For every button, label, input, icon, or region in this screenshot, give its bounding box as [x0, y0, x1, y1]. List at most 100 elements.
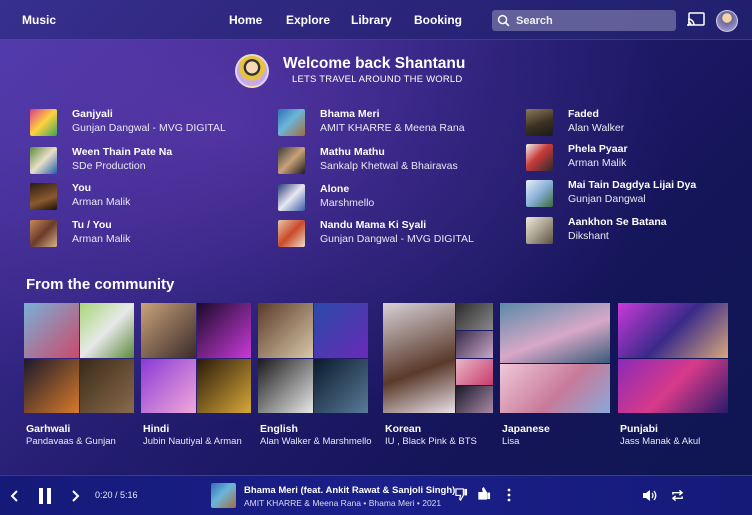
playlist-artwork	[383, 303, 493, 413]
playlist-name: Hindi	[143, 423, 170, 435]
song-title: Tu / You	[72, 219, 112, 231]
nav-home[interactable]: Home	[229, 13, 262, 27]
pause-icon[interactable]	[38, 487, 52, 505]
thumbs-down-icon[interactable]	[455, 488, 468, 501]
song-title: You	[72, 182, 92, 194]
thumbs-up-icon[interactable]	[478, 487, 491, 500]
playlist-artwork	[24, 303, 134, 413]
song-artist: Dikshant	[568, 230, 609, 242]
song-artist: Gunjan Dangwal	[568, 193, 646, 205]
song-item[interactable]: You Arman Malik	[30, 182, 250, 212]
song-item[interactable]: Phela Pyaar Arman Malik	[526, 143, 746, 173]
song-thumbnail	[278, 220, 305, 247]
playlist-artwork	[258, 303, 368, 413]
song-thumbnail	[278, 184, 305, 211]
song-artist: AMIT KHARRE & Meena Rana	[320, 122, 465, 134]
community-playlist-card[interactable]: Japanese Lisa	[500, 303, 610, 448]
song-item[interactable]: Nandu Mama Ki Syali Gunjan Dangwal - MVG…	[278, 219, 498, 249]
playback-time: 0:20 / 5:16	[95, 490, 138, 500]
song-title: Faded	[568, 108, 599, 120]
song-title: Alone	[320, 183, 350, 195]
song-title: Mathu Mathu	[320, 146, 385, 158]
nav-booking[interactable]: Booking	[414, 13, 462, 27]
song-title: Ween Thain Pate Na	[72, 146, 173, 158]
song-artist: Arman Malik	[568, 157, 627, 169]
playlist-artists: Lisa	[502, 436, 520, 447]
playlist-name: Punjabi	[620, 423, 658, 435]
song-thumbnail	[526, 180, 553, 207]
song-title: Aankhon Se Batana	[568, 216, 667, 228]
song-artist: Gunjan Dangwal - MVG DIGITAL	[320, 233, 474, 245]
app-brand[interactable]: Music	[22, 13, 56, 27]
song-item[interactable]: Tu / You Arman Malik	[30, 219, 250, 249]
now-playing-meta[interactable]: AMIT KHARRE & Meena Rana • Bhama Meri • …	[244, 498, 441, 508]
song-title: Bhama Meri	[320, 108, 380, 120]
playlist-name: Garhwali	[26, 423, 71, 435]
playlist-artists: Alan Walker & Marshmello	[260, 436, 372, 447]
now-playing-thumbnail	[211, 483, 236, 508]
repeat-icon[interactable]	[671, 489, 684, 502]
song-thumbnail	[30, 220, 57, 247]
playlist-artists: IU , Black Pink & BTS	[385, 436, 477, 447]
community-section-title: From the community	[26, 276, 175, 293]
top-navigation-bar: Music Home Explore Library Booking	[0, 0, 752, 40]
song-artist: SDe Production	[72, 160, 146, 172]
song-artist: Sankalp Khetwal & Bhairavas	[320, 160, 458, 172]
song-thumbnail	[278, 109, 305, 136]
song-thumbnail	[30, 109, 57, 136]
welcome-title: Welcome back Shantanu	[283, 55, 466, 72]
community-playlist-card[interactable]: Garhwali Pandavaas & Gunjan	[24, 303, 134, 448]
playlist-name: Korean	[385, 423, 422, 435]
playlist-artists: Jass Manak & Akul	[620, 436, 701, 447]
song-item[interactable]: Mai Tain Dagdya Lijai Dya Gunjan Dangwal	[526, 179, 746, 209]
song-item[interactable]: Ween Thain Pate Na SDe Production	[30, 146, 250, 176]
song-thumbnail	[30, 183, 57, 210]
more-icon[interactable]	[507, 488, 511, 502]
search-box[interactable]	[492, 10, 676, 31]
previous-icon[interactable]	[10, 490, 20, 502]
nav-explore[interactable]: Explore	[286, 13, 330, 27]
playlist-name: Japanese	[502, 423, 550, 435]
next-icon[interactable]	[70, 490, 80, 502]
playlist-artists: Jubin Nautiyal & Arman	[143, 436, 242, 447]
song-item[interactable]: Alone Marshmello	[278, 183, 498, 213]
community-playlist-card[interactable]: English Alan Walker & Marshmello	[258, 303, 372, 448]
search-input[interactable]	[516, 14, 666, 27]
volume-icon[interactable]	[642, 489, 658, 502]
song-title: Ganjyali	[72, 108, 113, 120]
song-artist: Alan Walker	[568, 122, 625, 134]
song-thumbnail	[526, 217, 553, 244]
song-thumbnail	[278, 147, 305, 174]
song-thumbnail	[526, 144, 553, 171]
nav-library[interactable]: Library	[351, 13, 392, 27]
player-bar: 0:20 / 5:16 Bhama Meri (feat. Ankit Rawa…	[0, 475, 752, 515]
playlist-artwork	[141, 303, 251, 413]
cast-icon[interactable]	[687, 12, 705, 27]
song-item[interactable]: Ganjyali Gunjan Dangwal - MVG DIGITAL	[30, 108, 250, 138]
search-icon	[497, 14, 510, 27]
song-thumbnail	[30, 147, 57, 174]
community-playlist-card[interactable]: Punjabi Jass Manak & Akul	[618, 303, 728, 448]
playlist-artists: Pandavaas & Gunjan	[26, 436, 116, 447]
song-item[interactable]: Bhama Meri AMIT KHARRE & Meena Rana	[278, 108, 498, 138]
song-artist: Arman Malik	[72, 196, 131, 208]
welcome-avatar	[235, 54, 269, 88]
community-playlist-card[interactable]: Korean IU , Black Pink & BTS	[383, 303, 493, 448]
playlist-name: English	[260, 423, 298, 435]
song-item[interactable]: Mathu Mathu Sankalp Khetwal & Bhairavas	[278, 146, 498, 176]
song-title: Phela Pyaar	[568, 143, 628, 155]
now-playing-title[interactable]: Bhama Meri (feat. Ankit Rawat & Sanjoli …	[244, 485, 455, 496]
song-thumbnail	[526, 109, 553, 136]
playlist-artwork	[500, 303, 610, 413]
welcome-subtitle: LETS TRAVEL AROUND THE WORLD	[292, 74, 463, 85]
playlist-artwork	[618, 303, 728, 413]
song-title: Nandu Mama Ki Syali	[320, 219, 427, 231]
user-avatar[interactable]	[716, 10, 738, 32]
song-title: Mai Tain Dagdya Lijai Dya	[568, 179, 697, 191]
song-item[interactable]: Aankhon Se Batana Dikshant	[526, 216, 746, 246]
song-artist: Gunjan Dangwal - MVG DIGITAL	[72, 122, 226, 134]
song-item[interactable]: Faded Alan Walker	[526, 108, 746, 138]
song-artist: Arman Malik	[72, 233, 131, 245]
community-playlist-card[interactable]: Hindi Jubin Nautiyal & Arman	[141, 303, 251, 448]
song-artist: Marshmello	[320, 197, 375, 209]
